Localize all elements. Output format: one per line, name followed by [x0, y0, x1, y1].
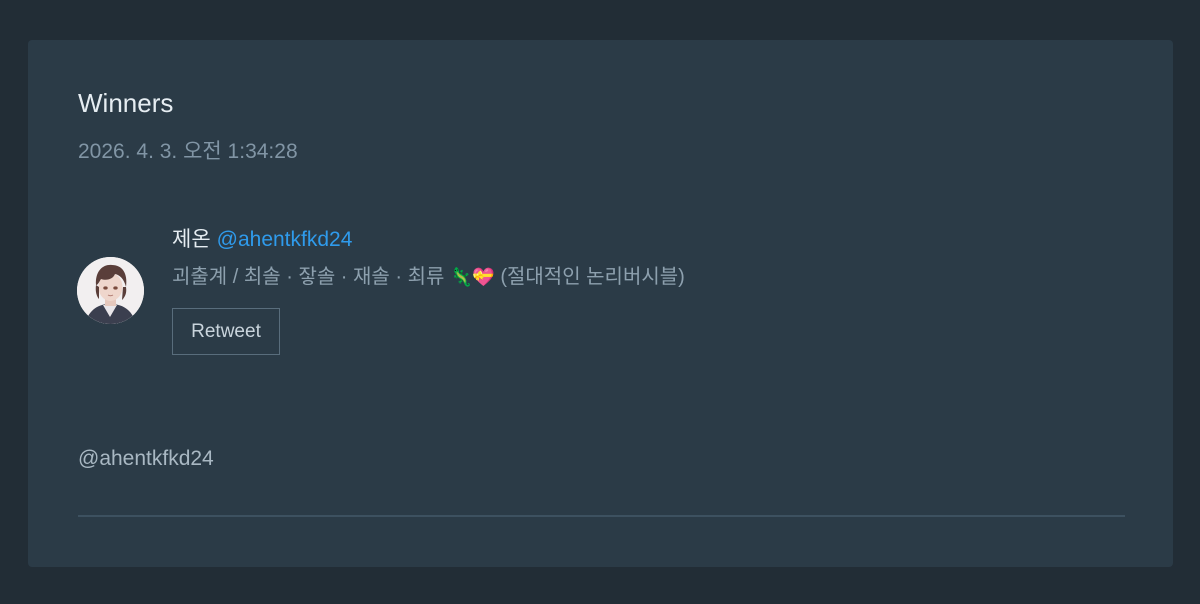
user-line: 제온 @ahentkfkd24 — [172, 227, 352, 253]
retweet-button[interactable]: Retweet — [172, 308, 280, 355]
card-title: Winners — [78, 88, 174, 118]
user-bio: 괴출계 / 최솔 · 잫솔 · 재솔 · 최류 🦎💝 (절대적인 논리버시블) — [172, 264, 685, 291]
mention-text: @ahentkfkd24 — [78, 447, 214, 470]
lizard-heart-emoji-icon: 🦎💝 — [449, 267, 495, 288]
bio-suffix: (절대적인 논리버시블) — [500, 266, 685, 288]
divider — [78, 515, 1125, 517]
display-name: 제온 — [172, 228, 211, 251]
avatar[interactable] — [77, 257, 144, 324]
user-handle-link[interactable]: @ahentkfkd24 — [217, 228, 353, 251]
tweet-card: Winners 2026. 4. 3. 오전 1:34:28 제온 @ahentk… — [28, 40, 1173, 567]
avatar-image — [77, 257, 144, 324]
bio-text: 괴출계 / 최솔 · 잫솔 · 재솔 · 최류 — [172, 266, 445, 288]
timestamp: 2026. 4. 3. 오전 1:34:28 — [78, 140, 298, 163]
